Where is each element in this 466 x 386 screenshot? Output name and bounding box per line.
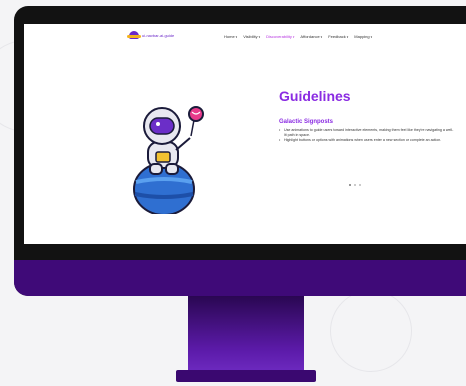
nav-menu: Home▾ Visibility▾ Discoverability▾ Affor…: [224, 34, 372, 39]
chevron-down-icon: ▾: [320, 35, 323, 39]
page-title: Guidelines: [279, 88, 351, 104]
screen: ui-navbar-ai-guide Home▾ Visibility▾ Dis…: [24, 24, 466, 244]
astronaut-planet-illustration: [133, 106, 204, 214]
monitor-frame: ui-navbar-ai-guide Home▾ Visibility▾ Dis…: [14, 6, 466, 296]
chevron-down-icon: ▾: [235, 35, 238, 39]
logo[interactable]: ui-navbar-ai-guide: [127, 31, 175, 39]
monitor-chin: [14, 260, 466, 296]
nav-item-visibility[interactable]: Visibility▾: [243, 34, 260, 39]
list-item: Use animations to guide users toward int…: [279, 128, 454, 138]
chevron-down-icon: ▾: [346, 35, 349, 39]
monitor-base: [176, 370, 316, 382]
nav-item-affordance[interactable]: Affordance▾: [300, 34, 322, 39]
nav-item-feedback[interactable]: Feedback▾: [328, 34, 348, 39]
guideline-list: Use animations to guide users toward int…: [279, 128, 454, 143]
background-doodle: [330, 290, 412, 372]
carousel-dot[interactable]: [349, 184, 351, 186]
nav-item-home[interactable]: Home▾: [224, 34, 237, 39]
chevron-down-icon: ▾: [370, 35, 373, 39]
nav-item-discoverability[interactable]: Discoverability▾: [266, 34, 294, 39]
logo-text: ui-navbar-ai-guide: [142, 32, 175, 38]
monitor-stand: [188, 296, 304, 372]
nav-item-mapping[interactable]: Mapping▾: [354, 34, 372, 39]
carousel-dot[interactable]: [354, 184, 356, 186]
top-navbar: ui-navbar-ai-guide Home▾ Visibility▾ Dis…: [24, 24, 466, 50]
saturn-logo-icon: [127, 31, 141, 39]
chevron-down-icon: ▾: [258, 35, 261, 39]
chevron-down-icon: ▾: [292, 35, 295, 39]
carousel-indicators: [349, 184, 361, 186]
section-subtitle: Galactic Signposts: [279, 119, 334, 125]
list-item: Highlight buttons or options with animat…: [279, 138, 454, 143]
carousel-dot[interactable]: [359, 184, 361, 186]
